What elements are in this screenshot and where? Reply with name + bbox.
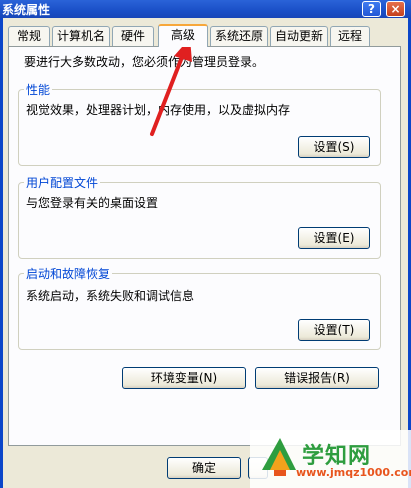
window-title-bar[interactable]: 系统属性 ? × bbox=[0, 0, 411, 18]
tab-automatic-updates[interactable]: 自动更新 bbox=[270, 26, 328, 46]
performance-settings-button[interactable]: 设置(S) bbox=[298, 136, 370, 158]
user-profile-group-title: 用户配置文件 bbox=[24, 174, 101, 191]
close-button[interactable]: × bbox=[386, 1, 405, 17]
user-profile-description: 与您登录有关的桌面设置 bbox=[26, 196, 159, 210]
performance-group-title: 性能 bbox=[24, 81, 53, 98]
tab-remote[interactable]: 远程 bbox=[330, 26, 370, 46]
watermark-url: www.jmqz1000.com bbox=[296, 466, 411, 479]
user-profile-settings-button[interactable]: 设置(E) bbox=[298, 227, 370, 249]
error-reporting-button[interactable]: 错误报告(R) bbox=[255, 367, 379, 389]
ok-button[interactable]: 确定 bbox=[167, 457, 241, 479]
startup-recovery-group-title: 启动和故障恢复 bbox=[24, 265, 113, 282]
environment-variables-button[interactable]: 环境变量(N) bbox=[122, 367, 246, 389]
window-title: 系统属性 bbox=[2, 3, 51, 17]
tab-system-restore[interactable]: 系统还原 bbox=[210, 26, 268, 46]
red-arrow-annotation bbox=[150, 38, 192, 136]
startup-recovery-settings-button[interactable]: 设置(T) bbox=[298, 319, 370, 341]
startup-recovery-description: 系统启动，系统失败和调试信息 bbox=[26, 289, 195, 303]
tab-computer-name[interactable]: 计算机名 bbox=[52, 26, 110, 46]
help-button[interactable]: ? bbox=[362, 1, 381, 17]
tab-advanced[interactable]: 高级 bbox=[158, 24, 208, 47]
tab-general[interactable]: 常规 bbox=[8, 26, 50, 46]
